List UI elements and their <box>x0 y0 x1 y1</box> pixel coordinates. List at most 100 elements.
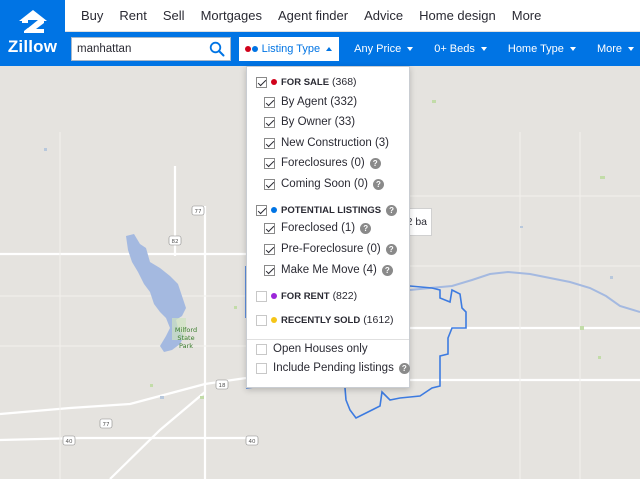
help-icon[interactable]: ? <box>386 204 398 216</box>
checkbox[interactable] <box>264 222 275 234</box>
price-label: Any Price <box>354 43 402 55</box>
caret-down-icon <box>407 47 414 51</box>
potential-listings-option[interactable]: POTENTIAL LISTINGS ? <box>256 201 398 219</box>
pre-foreclosure-option[interactable]: Pre-Foreclosure (0) ? <box>264 240 397 258</box>
road-shield: 77 <box>99 418 113 429</box>
option-label: Make Me Move (4) <box>281 264 377 276</box>
road-shield: 18 <box>215 379 229 390</box>
for-sale-dot-icon <box>244 46 251 52</box>
help-icon[interactable]: ? <box>369 157 381 169</box>
nav-advice[interactable]: Advice <box>364 8 403 23</box>
logo-text: Zillow <box>7 37 58 56</box>
caret-down-icon <box>628 47 634 51</box>
for-sale-label: FOR SALE <box>281 76 330 88</box>
nav-mortgages[interactable]: Mortgages <box>201 8 262 23</box>
recently-sold-option[interactable]: RECENTLY SOLD (1612) <box>256 311 394 329</box>
make-me-move-option[interactable]: Make Me Move (4) ? <box>264 261 393 279</box>
listing-type-dropdown: FOR SALE (368) By Agent (332) By Owner (… <box>246 66 410 388</box>
for-sale-dot-icon <box>271 79 277 85</box>
for-rent-option[interactable]: FOR RENT (822) <box>256 287 357 305</box>
option-label: Coming Soon (0) <box>281 178 368 190</box>
park-label-3: Park <box>179 342 193 350</box>
filter-bar: Listing Type Any Price 0+ Beds Home Type… <box>65 32 640 66</box>
for-sale-option[interactable]: FOR SALE (368) <box>256 73 357 91</box>
search-input[interactable] <box>72 39 212 59</box>
home-type-label: Home Type <box>507 43 564 55</box>
listing-type-button[interactable]: Listing Type <box>238 37 340 61</box>
nav-sell[interactable]: Sell <box>163 8 185 23</box>
caret-up-icon <box>326 47 333 51</box>
for-rent-label: FOR RENT <box>281 290 330 302</box>
for-rent-dot-icon <box>271 293 277 299</box>
beds-label: 0+ Beds <box>434 43 475 55</box>
potential-listings-label: POTENTIAL LISTINGS <box>281 204 382 216</box>
zillow-logo[interactable]: Zillow <box>0 0 65 66</box>
road-shield: 82 <box>168 235 182 246</box>
more-filters-button[interactable]: More <box>591 37 640 61</box>
option-label: By Owner (33) <box>281 116 356 128</box>
help-icon[interactable]: ? <box>372 178 384 190</box>
new-construction-option[interactable]: New Construction (3) <box>264 134 389 152</box>
option-label: By Agent (332) <box>281 96 358 108</box>
svg-text:18: 18 <box>219 383 226 389</box>
svg-text:40: 40 <box>249 439 256 445</box>
search-box <box>71 37 231 61</box>
svg-text:77: 77 <box>195 209 202 215</box>
nav-agent-finder[interactable]: Agent finder <box>278 8 348 23</box>
help-icon[interactable]: ? <box>381 264 393 276</box>
for-sale-checkbox[interactable] <box>256 76 267 88</box>
checkbox[interactable] <box>264 264 275 276</box>
option-label: Foreclosures (0) <box>281 157 365 169</box>
open-houses-option[interactable]: Open Houses only <box>256 340 368 358</box>
open-houses-checkbox[interactable] <box>256 343 267 355</box>
help-icon[interactable]: ? <box>360 222 372 234</box>
checkbox[interactable] <box>264 178 275 190</box>
checkbox[interactable] <box>264 157 275 169</box>
park-label-1: Milford <box>175 326 197 334</box>
checkbox[interactable] <box>264 116 275 128</box>
foreclosed-option[interactable]: Foreclosed (1) ? <box>264 219 372 237</box>
zillow-house-icon <box>18 10 47 33</box>
pending-checkbox[interactable] <box>256 362 267 374</box>
nav-home-design[interactable]: Home design <box>419 8 496 23</box>
for-rent-checkbox[interactable] <box>256 290 267 302</box>
potential-dot-icon <box>271 207 277 213</box>
svg-text:77: 77 <box>103 422 110 428</box>
coming-soon-option[interactable]: Coming Soon (0) ? <box>264 175 384 193</box>
option-label: Pre-Foreclosure (0) <box>281 243 381 255</box>
pending-option[interactable]: Include Pending listings ? <box>256 359 410 377</box>
nav-buy[interactable]: Buy <box>81 8 103 23</box>
park-label-2: State <box>177 334 194 342</box>
by-owner-option[interactable]: By Owner (33) <box>264 113 355 131</box>
foreclosures-option[interactable]: Foreclosures (0) ? <box>264 154 381 172</box>
option-label: New Construction (3) <box>281 137 390 149</box>
checkbox[interactable] <box>264 243 275 255</box>
checkbox[interactable] <box>264 96 275 108</box>
search-icon[interactable] <box>209 41 225 57</box>
help-icon[interactable]: ? <box>385 243 397 255</box>
recently-sold-dot-icon <box>271 317 277 323</box>
potential-listings-checkbox[interactable] <box>256 204 267 216</box>
checkbox[interactable] <box>264 137 275 149</box>
listing-type-label: Listing Type <box>261 43 321 55</box>
home-type-button[interactable]: Home Type <box>502 37 582 61</box>
nav-rent[interactable]: Rent <box>119 8 146 23</box>
potential-dot-icon <box>251 46 258 52</box>
nav-more[interactable]: More <box>512 8 542 23</box>
help-icon[interactable]: ? <box>398 362 410 374</box>
svg-text:82: 82 <box>172 239 179 245</box>
for-rent-count: (822) <box>332 290 358 302</box>
recently-sold-count: (1612) <box>363 314 394 326</box>
open-houses-label: Open Houses only <box>273 343 368 355</box>
caret-down-icon <box>569 47 576 51</box>
road-shield: 77 <box>191 205 205 216</box>
more-filters-label: More <box>596 43 622 55</box>
beds-button[interactable]: 0+ Beds <box>428 37 493 61</box>
option-label: Foreclosed (1) <box>281 222 356 234</box>
svg-text:40: 40 <box>66 439 73 445</box>
by-agent-option[interactable]: By Agent (332) <box>264 93 357 111</box>
recently-sold-checkbox[interactable] <box>256 314 267 326</box>
price-button[interactable]: Any Price <box>348 37 419 61</box>
for-sale-count: (368) <box>332 76 357 88</box>
pending-label: Include Pending listings <box>273 362 394 374</box>
